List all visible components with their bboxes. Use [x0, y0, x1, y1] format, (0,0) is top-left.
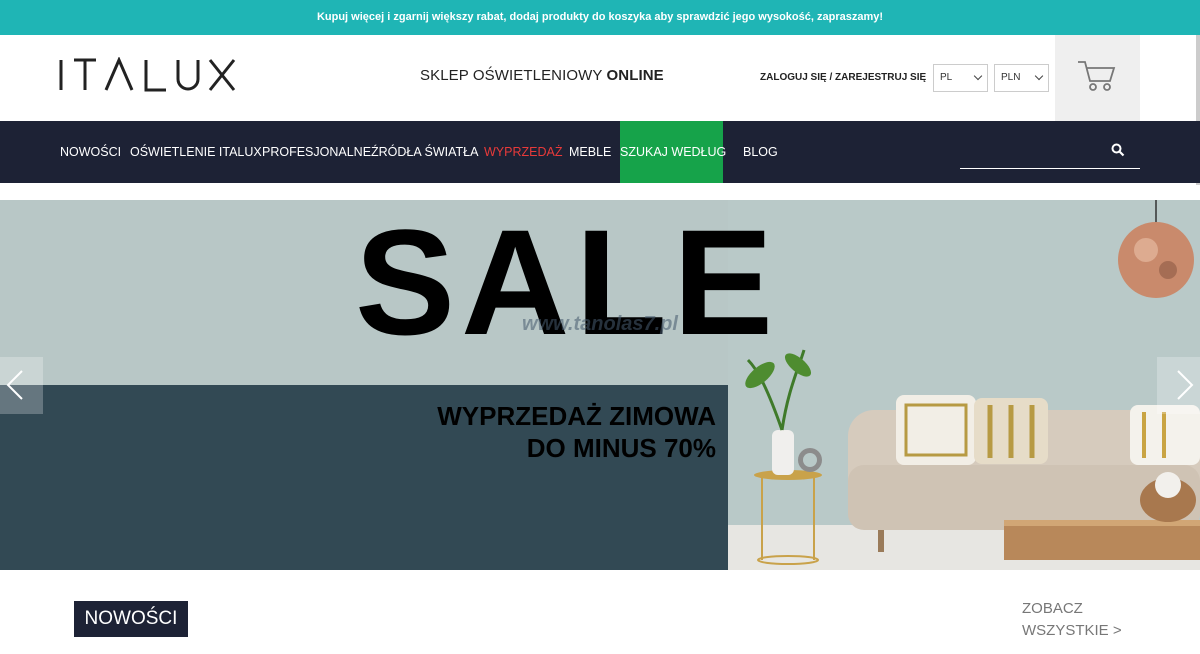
hero-subline-2: DO MINUS 70%: [526, 433, 716, 463]
tagline-bold: ONLINE: [606, 67, 664, 84]
nav-label: WYPRZEDAŻ: [484, 145, 563, 159]
nav-item-oswietlenie[interactable]: OŚWIETLENIE ITALUX: [130, 121, 262, 183]
tagline-regular: SKLEP OŚWIETLENIOWY: [420, 67, 607, 84]
slider-next-button[interactable]: [1157, 357, 1200, 414]
hero-subline-1: WYPRZEDAŻ ZIMOWA: [437, 401, 716, 431]
main-nav: NOWOŚCI OŚWIETLENIE ITALUX PROFESJONALNE…: [0, 121, 1200, 183]
nav-label: SZUKAJ WEDŁUG: [620, 145, 727, 159]
nav-item-szukaj-wedlug[interactable]: SZUKAJ WEDŁUG: [620, 121, 727, 183]
nav-item-profesjonalne[interactable]: PROFESJONALNE: [262, 121, 371, 183]
promo-bar: Kupuj więcej i zgarnij większy rabat, do…: [0, 0, 1200, 35]
slider-prev-button[interactable]: [0, 357, 43, 414]
nav-item-meble[interactable]: MEBLE: [569, 121, 611, 183]
section-title-nowosci: NOWOŚCI: [74, 601, 188, 637]
nav-label: NOWOŚCI: [60, 145, 122, 159]
nav-label: ŹRÓDŁA ŚWIATŁA: [371, 145, 479, 159]
see-all-line-1: ZOBACZ: [1022, 600, 1083, 617]
nav-label: BLOG: [743, 145, 778, 159]
chevron-right-icon: [1177, 370, 1194, 400]
nav-item-wyprzedaz[interactable]: WYPRZEDAŻ: [484, 121, 562, 183]
nav-item-blog[interactable]: BLOG: [743, 121, 778, 183]
register-link[interactable]: ZAREJESTRUJ SIĘ: [835, 72, 926, 83]
login-link[interactable]: ZALOGUJ SIĘ: [760, 72, 827, 83]
language-select[interactable]: PL: [933, 64, 988, 92]
nav-label: PROFESJONALNE: [262, 145, 372, 159]
watermark: www.tanolas7.pl: [522, 313, 678, 335]
language-value: PL: [940, 72, 953, 83]
logo-graphic: [59, 56, 236, 92]
search-icon[interactable]: [1111, 143, 1125, 157]
promo-text: Kupuj więcej i zgarnij większy rabat, do…: [316, 11, 884, 23]
site-header: SKLEP OŚWIETLENIOWY ONLINE ZALOGUJ SIĘ /…: [0, 35, 1200, 121]
italux-logo[interactable]: [58, 56, 248, 93]
search-input[interactable]: [960, 135, 1140, 169]
auth-separator: /: [826, 72, 836, 83]
hero-subtitle: WYPRZEDAŻ ZIMOWA DO MINUS 70%: [437, 400, 716, 464]
cart-icon: [1078, 61, 1116, 91]
hero-banner[interactable]: SALE www.tanolas7.pl WYPRZEDAŻ ZIMOWA DO…: [0, 200, 1200, 570]
cart-button[interactable]: [1055, 35, 1140, 121]
currency-value: PLN: [1001, 72, 1021, 83]
nav-item-zrodla-swiatla[interactable]: ŹRÓDŁA ŚWIATŁA: [371, 121, 478, 183]
see-all-link[interactable]: ZOBACZ WSZYSTKIE >: [1022, 598, 1122, 642]
see-all-line-2: WSZYSTKIE >: [1022, 622, 1122, 639]
store-tagline: SKLEP OŚWIETLENIOWY ONLINE: [420, 67, 664, 84]
living-room-image: [728, 200, 1200, 570]
currency-select[interactable]: PLN: [994, 64, 1049, 92]
nav-label: OŚWIETLENIE ITALUX: [130, 145, 262, 159]
chevron-left-icon: [6, 370, 23, 400]
chevron-down-icon: [973, 71, 983, 81]
nav-item-nowosci[interactable]: NOWOŚCI: [60, 121, 121, 183]
chevron-down-icon: [1034, 71, 1044, 81]
nav-label: MEBLE: [569, 145, 612, 159]
auth-links: ZALOGUJ SIĘ / ZAREJESTRUJ SIĘ: [760, 72, 926, 83]
